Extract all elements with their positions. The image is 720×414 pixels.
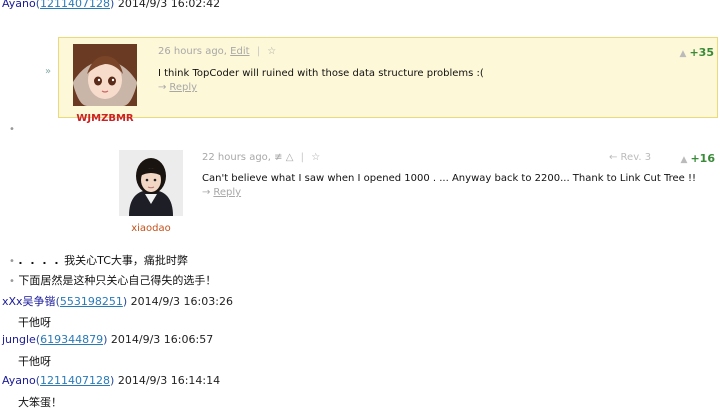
reply-arrow-icon: → xyxy=(202,187,211,198)
chat-user: jungle xyxy=(2,333,36,346)
chat-message: 大笨蛋！ xyxy=(18,396,62,409)
comment-text: Can't believe what I saw when I opened 1… xyxy=(202,173,697,184)
reply-label[interactable]: Reply xyxy=(213,187,241,198)
revision-link[interactable]: ← Rev. 3 xyxy=(609,152,651,163)
dots: . . . . xyxy=(18,254,61,267)
triangle-icon[interactable]: △ xyxy=(286,152,294,163)
comment-time: 26 hours ago, xyxy=(158,46,227,57)
chat-header-jungle: jungle(619344879) 2014/9/3 16:06:57 xyxy=(2,333,214,346)
chat-user: Ayano xyxy=(2,374,36,387)
separator: | xyxy=(300,152,305,163)
chat-timestamp: 2014/9/3 16:03:26 xyxy=(130,295,233,308)
upvote-icon[interactable]: ▲ xyxy=(680,49,687,59)
list-bullet: • xyxy=(9,256,15,267)
chat-uid-link[interactable]: 1211407128 xyxy=(40,374,110,387)
comment-xiaodao: xiaodao 22 hours ago, ≢ △ | ☆ ← Rev. 3 ▲… xyxy=(116,148,718,234)
vote-count: +16 xyxy=(690,152,715,165)
star-icon[interactable]: ☆ xyxy=(267,46,276,57)
chat-user: Ayano xyxy=(2,0,36,10)
author-name[interactable]: xiaodao xyxy=(118,223,184,234)
reply-link[interactable]: → Reply xyxy=(202,187,241,198)
chat-uid-link[interactable]: 619344879 xyxy=(40,333,103,346)
chat-quote-line: • 下面居然是这种只关心自己得失的选手！ xyxy=(9,272,216,288)
separator: | xyxy=(256,46,261,57)
vote-count: +35 xyxy=(689,46,714,59)
chat-timestamp: 2014/9/3 16:06:57 xyxy=(110,333,214,346)
author-name[interactable]: WJMZBMR xyxy=(72,113,138,124)
expand-marker-icon[interactable]: » xyxy=(45,66,51,77)
chat-message: 干他呀 xyxy=(18,355,51,368)
vote-widget: ▲ +35 xyxy=(680,46,714,59)
list-bullet: • xyxy=(9,124,15,135)
chat-quote-text: 下面居然是这种只关心自己得失的选手！ xyxy=(18,274,217,287)
avatar[interactable] xyxy=(73,44,137,106)
chat-timestamp: 2014/9/3 16:14:14 xyxy=(117,374,221,387)
chat-quote-line: • . . . . 我关心TC大事，痛批时弊 xyxy=(9,252,188,268)
history-icon[interactable]: ≢ xyxy=(274,152,282,163)
comment-time: 22 hours ago, xyxy=(202,152,271,163)
comment-meta: 22 hours ago, ≢ △ | ☆ xyxy=(202,152,320,163)
comment-text: I think TopCoder will ruined with those … xyxy=(158,68,484,79)
comment-meta: 26 hours ago, Edit | ☆ xyxy=(158,46,276,57)
reply-arrow-icon: → xyxy=(158,82,167,93)
chat-header-ayano-1: Ayano(1211407128) 2014/9/3 16:02:42 xyxy=(2,0,220,10)
chat-uid-link[interactable]: 553198251 xyxy=(60,295,123,308)
chat-header-ayano-2: Ayano(1211407128) 2014/9/3 16:14:14 xyxy=(2,374,221,387)
list-bullet: • xyxy=(9,276,15,287)
edit-link[interactable]: Edit xyxy=(230,46,249,57)
vote-widget: ▲ +16 xyxy=(681,152,715,165)
chat-uid-link[interactable]: 1211407128 xyxy=(40,0,110,10)
chat-quote-text: 我关心TC大事，痛批时弊 xyxy=(64,254,188,267)
upvote-icon[interactable]: ▲ xyxy=(681,155,688,165)
comment-author[interactable]: WJMZBMR xyxy=(72,44,138,124)
comment-author[interactable]: xiaodao xyxy=(118,150,184,234)
reply-link[interactable]: → Reply xyxy=(158,82,197,93)
chat-message: 干他呀 xyxy=(18,316,51,329)
chat-user: xXx吴争锴 xyxy=(2,295,56,308)
reply-label[interactable]: Reply xyxy=(169,82,197,93)
comment-wjmzbmr: WJMZBMR 26 hours ago, Edit | ☆ ▲ +35 I th… xyxy=(58,37,718,124)
star-icon[interactable]: ☆ xyxy=(311,152,320,163)
chat-header-xxx: xXx吴争锴(553198251) 2014/9/3 16:03:26 xyxy=(2,295,233,308)
chat-timestamp: 2014/9/3 16:02:42 xyxy=(117,0,221,10)
avatar[interactable] xyxy=(119,150,183,216)
